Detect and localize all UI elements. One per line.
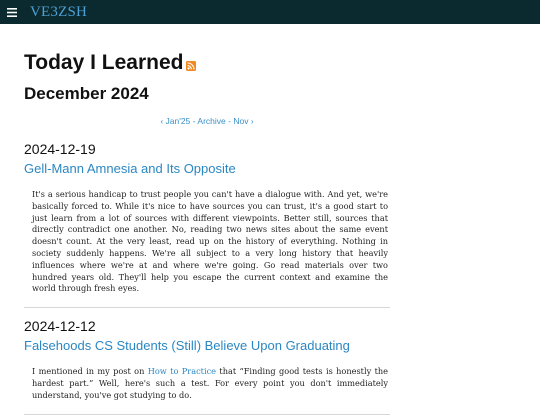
next-month-link[interactable]: Nov › xyxy=(233,116,253,126)
how-to-practice-link[interactable]: How to Practice xyxy=(148,366,216,376)
main-content: Today I Learned December 2024 ‹ Jan'25 -… xyxy=(24,50,390,415)
hamburger-menu-icon[interactable] xyxy=(0,0,24,24)
archive-link[interactable]: Archive xyxy=(197,116,225,126)
post-body: It's a serious handicap to trust people … xyxy=(32,189,388,294)
nav-separator: - xyxy=(228,116,231,126)
post-date: 2024-12-19 xyxy=(24,141,96,157)
prev-month-link[interactable]: ‹ Jan'25 xyxy=(160,116,190,126)
page-title: Today I Learned xyxy=(24,50,390,78)
page-subtitle: December 2024 xyxy=(24,84,149,103)
page-title-text: Today I Learned xyxy=(24,51,184,74)
month-navigation: ‹ Jan'25 - Archive - Nov › xyxy=(24,116,390,128)
nav-separator: - xyxy=(192,116,196,126)
post-title-link[interactable]: Falsehoods CS Students (Still) Believe U… xyxy=(24,338,390,354)
post-entry: 2024-12-19 Gell-Mann Amnesia and Its Opp… xyxy=(24,141,390,295)
post-date: 2024-12-12 xyxy=(24,318,96,335)
post-divider xyxy=(24,413,390,415)
top-bar: VE3ZSH xyxy=(0,0,540,24)
site-title-link[interactable]: VE3ZSH xyxy=(30,4,87,21)
post-divider xyxy=(24,307,390,309)
rss-feed-icon[interactable] xyxy=(186,52,197,78)
post-title-link[interactable]: Gell-Mann Amnesia and Its Opposite xyxy=(24,161,390,177)
post-body: I mentioned in my post on How to Practic… xyxy=(32,366,388,401)
post-entry: 2024-12-12 Falsehoods CS Students (Still… xyxy=(24,318,390,401)
post-body-text: I mentioned in my post on xyxy=(32,366,148,377)
